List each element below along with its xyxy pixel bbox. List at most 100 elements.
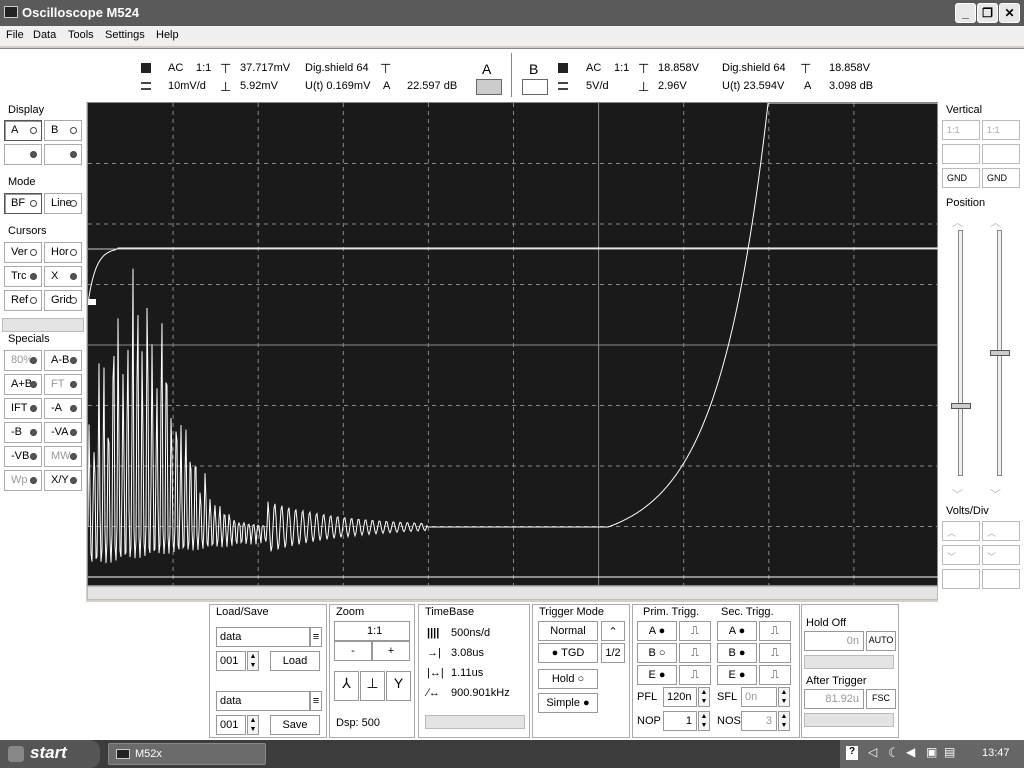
trigger-tgd-button[interactable]: ● TGD	[538, 643, 598, 663]
moon-icon[interactable]: ☾	[888, 745, 900, 761]
taskbar-item-m52x[interactable]: M52x	[108, 743, 266, 765]
menu-settings[interactable]: Settings	[105, 29, 145, 41]
vertical-a-ratio-button[interactable]: 1:1	[942, 120, 980, 140]
special-ft-button[interactable]: FT	[44, 374, 82, 395]
nop-spinner[interactable]: ▲ ▼	[698, 711, 710, 731]
holdoff-field[interactable]: 0n	[804, 631, 864, 651]
zoom-right-icon[interactable]: Y	[386, 671, 411, 701]
position-a-thumb[interactable]	[951, 402, 971, 409]
position-b-down-icon[interactable]: ﹀	[990, 486, 1001, 502]
holdoff-slider[interactable]	[804, 655, 894, 669]
special-a-b-button[interactable]: A-B	[44, 350, 82, 371]
display-d-button[interactable]	[44, 144, 82, 165]
menu-tools[interactable]: Tools	[68, 29, 94, 41]
zoom-out-button[interactable]: -	[334, 641, 372, 661]
display-c-button[interactable]	[4, 144, 42, 165]
position-a-up-icon[interactable]: ︿	[952, 214, 963, 230]
holdoff-auto-button[interactable]: AUTO	[866, 631, 896, 651]
ati-icon[interactable]: ▤	[944, 745, 955, 759]
cursor-ref-button[interactable]: Ref	[4, 290, 42, 311]
trigger-hold-button[interactable]: Hold ○	[538, 669, 598, 689]
zoom-ratio-button[interactable]: 1:1	[334, 621, 410, 641]
position-a-slider[interactable]	[958, 230, 963, 476]
display-b-button[interactable]: B	[44, 120, 82, 141]
scope-screen[interactable]	[87, 102, 939, 587]
close-button[interactable]: ✕	[999, 3, 1020, 23]
pfl-spinner[interactable]: ▲ ▼	[698, 687, 710, 707]
trigger-normal-button[interactable]: Normal	[538, 621, 598, 641]
arrow-icon[interactable]: ◀	[906, 745, 915, 759]
special-a-b-button[interactable]: A+B	[4, 374, 42, 395]
save-number-spinner[interactable]: ▲ ▼	[247, 715, 259, 735]
position-b-thumb[interactable]	[990, 350, 1010, 356]
volts-b-up-button[interactable]: ︿	[982, 521, 1020, 541]
volts-a-up-button[interactable]: ︿	[942, 521, 980, 541]
save-number-field[interactable]: 001	[216, 715, 246, 735]
prim-b-button[interactable]: B ○	[637, 643, 677, 663]
save-file-field[interactable]: data	[216, 691, 310, 711]
prim-b-edge-icon[interactable]: ⎍	[679, 643, 711, 663]
load-number-spinner[interactable]: ▲ ▼	[247, 651, 259, 671]
special--a-button[interactable]: -A	[44, 398, 82, 419]
cursor-scrollbar[interactable]	[2, 318, 84, 332]
channel-b-color-box[interactable]	[522, 79, 548, 95]
special--va-button[interactable]: -VA	[44, 422, 82, 443]
special--b-button[interactable]: -B	[4, 422, 42, 443]
help-icon[interactable]: ?	[846, 746, 858, 760]
volts-b-extra-button[interactable]	[982, 569, 1020, 589]
fsc-button[interactable]: FSC	[866, 689, 896, 709]
zoom-center-icon[interactable]: ⊥	[360, 671, 385, 701]
menu-data[interactable]: Data	[33, 29, 56, 41]
load-browse-icon[interactable]: ≡	[310, 627, 322, 647]
cursor-trc-button[interactable]: Trc	[4, 266, 42, 287]
prim-e-button[interactable]: E ●	[637, 665, 677, 685]
timebase-slider[interactable]	[425, 715, 525, 729]
vertical-b-coupling-button[interactable]	[982, 144, 1020, 164]
after-trigger-field[interactable]: 81.92u	[804, 689, 864, 709]
position-b-up-icon[interactable]: ︿	[990, 214, 1001, 230]
cursor-x-button[interactable]: X	[44, 266, 82, 287]
volts-a-down-button[interactable]: ﹀	[942, 545, 980, 565]
load-button[interactable]: Load	[270, 651, 320, 671]
nop-field[interactable]: 1	[663, 711, 697, 731]
pfl-field[interactable]: 120n	[663, 687, 697, 707]
scope-scrollbar[interactable]	[87, 586, 938, 600]
vertical-b-ratio-button[interactable]: 1:1	[982, 120, 1020, 140]
save-button[interactable]: Save	[270, 715, 320, 735]
nos-spinner[interactable]: ▲ ▼	[778, 711, 790, 731]
maximize-button[interactable]: ❐	[977, 3, 998, 23]
prim-a-edge-icon[interactable]: ⎍	[679, 621, 711, 641]
menu-help[interactable]: Help	[156, 29, 179, 41]
sec-b-button[interactable]: B ●	[717, 643, 757, 663]
gnd-a-button[interactable]: GND	[942, 168, 980, 188]
special-mw-button[interactable]: MW	[44, 446, 82, 467]
load-file-field[interactable]: data	[216, 627, 310, 647]
prim-e-edge-icon[interactable]: ⎍	[679, 665, 711, 685]
sec-a-button[interactable]: A ●	[717, 621, 757, 641]
display-a-button[interactable]: A	[4, 120, 42, 141]
nos-field[interactable]: 3	[741, 711, 777, 731]
trigger-simple-button[interactable]: Simple ●	[538, 693, 598, 713]
cursor-grid-button[interactable]: Grid	[44, 290, 82, 311]
after-trigger-slider[interactable]	[804, 713, 894, 727]
network-icon[interactable]: ▣	[926, 745, 937, 759]
special-ift-button[interactable]: IFT	[4, 398, 42, 419]
zoom-left-icon[interactable]: ⅄	[334, 671, 359, 701]
special-x-y-button[interactable]: X/Y	[44, 470, 82, 491]
sec-b-edge-icon[interactable]: ⎍	[759, 643, 791, 663]
zoom-in-button[interactable]: +	[372, 641, 410, 661]
trigger-edge-icon[interactable]: ⌃	[601, 621, 625, 641]
volts-b-down-button[interactable]: ﹀	[982, 545, 1020, 565]
special--vb-button[interactable]: -VB	[4, 446, 42, 467]
cursor-ver-button[interactable]: Ver	[4, 242, 42, 263]
save-browse-icon[interactable]: ≡	[310, 691, 322, 711]
speaker-icon[interactable]: ◁	[868, 745, 877, 759]
gnd-b-button[interactable]: GND	[982, 168, 1020, 188]
position-a-down-icon[interactable]: ﹀	[952, 486, 963, 502]
special-wp-button[interactable]: Wp	[4, 470, 42, 491]
channel-a-position-marker[interactable]	[88, 299, 96, 305]
cursor-hor-button[interactable]: Hor	[44, 242, 82, 263]
vertical-a-coupling-button[interactable]	[942, 144, 980, 164]
channel-a-color-box[interactable]	[476, 79, 502, 95]
sec-e-button[interactable]: E ●	[717, 665, 757, 685]
